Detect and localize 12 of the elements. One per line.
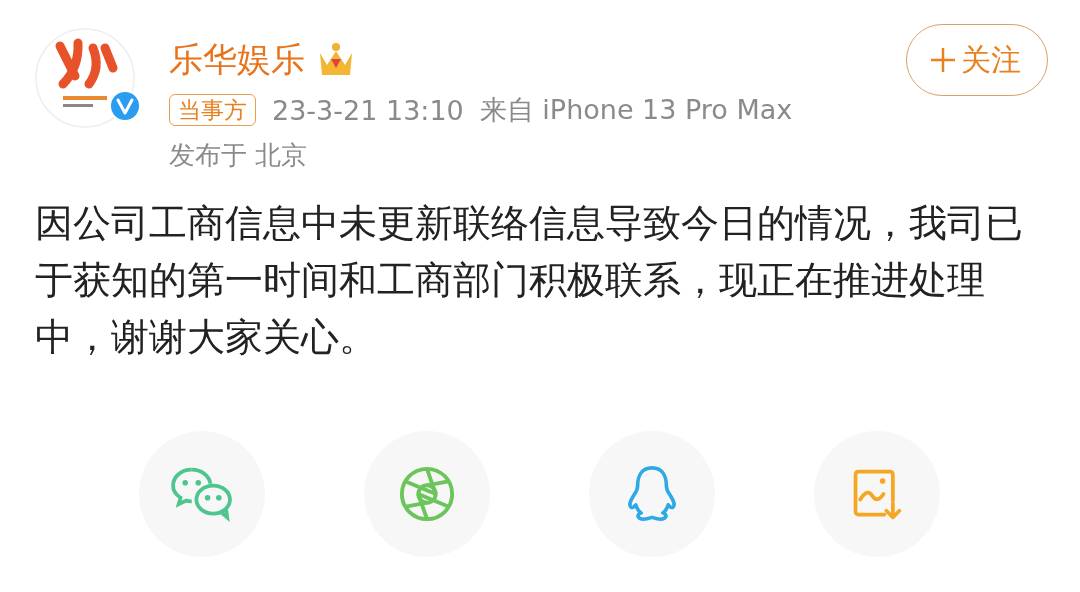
- post-location: 发布于 北京: [169, 139, 309, 172]
- chat-bubbles-icon: [169, 466, 235, 522]
- post-time: 23-3-21 13:10: [272, 94, 464, 126]
- post-source: 来自 iPhone 13 Pro Max: [479, 93, 793, 127]
- penguin-icon: [625, 464, 679, 524]
- plus-icon: [929, 46, 957, 74]
- role-tag: 当事方: [169, 94, 256, 126]
- aperture-icon: [398, 465, 456, 523]
- post-text: 因公司工商信息中未更新联络信息导致今日的情况，我司已于获知的第一时间和工商部门积极联系，现正在推进处理中，谢谢大家关心。: [35, 200, 1024, 361]
- follow-button[interactable]: 关注: [906, 24, 1048, 96]
- account-name[interactable]: 乐华娱乐: [169, 37, 305, 83]
- avatar-logo-icon: [35, 28, 135, 128]
